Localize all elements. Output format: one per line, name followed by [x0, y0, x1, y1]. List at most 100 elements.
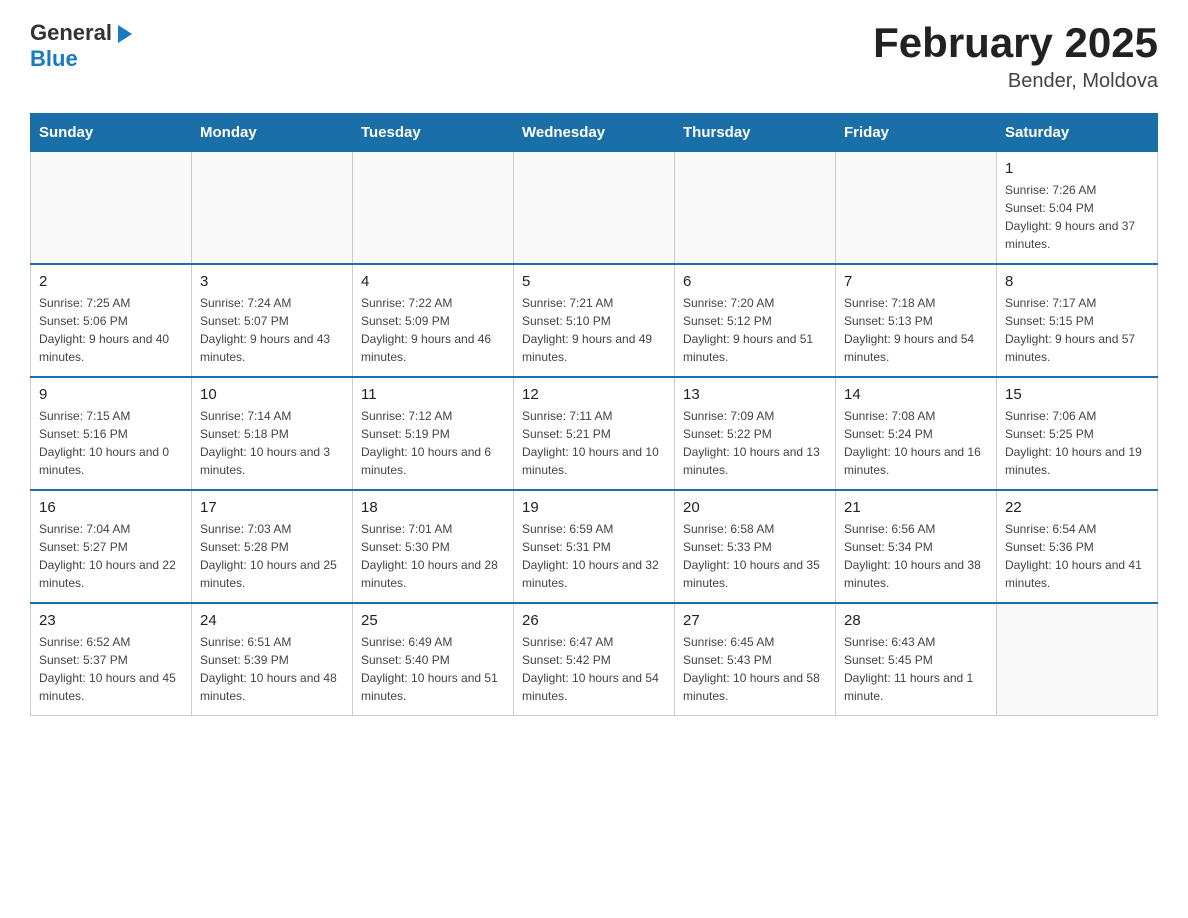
day-info: Sunrise: 6:43 AMSunset: 5:45 PMDaylight:… — [844, 633, 988, 705]
day-info: Sunrise: 7:15 AMSunset: 5:16 PMDaylight:… — [39, 407, 183, 479]
day-info: Sunrise: 6:58 AMSunset: 5:33 PMDaylight:… — [683, 520, 827, 592]
calendar-cell: 11Sunrise: 7:12 AMSunset: 5:19 PMDayligh… — [353, 377, 514, 490]
day-info: Sunrise: 7:25 AMSunset: 5:06 PMDaylight:… — [39, 294, 183, 366]
day-info: Sunrise: 7:04 AMSunset: 5:27 PMDaylight:… — [39, 520, 183, 592]
weekday-header-thursday: Thursday — [675, 114, 836, 152]
calendar-cell: 27Sunrise: 6:45 AMSunset: 5:43 PMDayligh… — [675, 603, 836, 716]
day-info: Sunrise: 6:56 AMSunset: 5:34 PMDaylight:… — [844, 520, 988, 592]
day-info: Sunrise: 6:52 AMSunset: 5:37 PMDaylight:… — [39, 633, 183, 705]
day-info: Sunrise: 7:06 AMSunset: 5:25 PMDaylight:… — [1005, 407, 1149, 479]
day-number: 19 — [522, 499, 666, 516]
day-number: 16 — [39, 499, 183, 516]
calendar-cell: 13Sunrise: 7:09 AMSunset: 5:22 PMDayligh… — [675, 377, 836, 490]
day-info: Sunrise: 6:54 AMSunset: 5:36 PMDaylight:… — [1005, 520, 1149, 592]
day-info: Sunrise: 7:03 AMSunset: 5:28 PMDaylight:… — [200, 520, 344, 592]
calendar-table: SundayMondayTuesdayWednesdayThursdayFrid… — [30, 113, 1158, 716]
calendar-cell: 16 Sunrise: 7:04 AMSunset: 5:27 PMDayligh… — [31, 490, 192, 603]
calendar-cell: 6 Sunrise: 7:20 AMSunset: 5:12 PMDaylight… — [675, 264, 836, 377]
calendar-cell: 18 Sunrise: 7:01 AMSunset: 5:30 PMDayligh… — [353, 490, 514, 603]
calendar-cell: 25 Sunrise: 6:49 AMSunset: 5:40 PMDayligh… — [353, 603, 514, 716]
calendar-cell: 9Sunrise: 7:15 AMSunset: 5:16 PMDaylight… — [31, 377, 192, 490]
calendar-cell — [514, 152, 675, 265]
weekday-header-tuesday: Tuesday — [353, 114, 514, 152]
calendar-cell: 10 Sunrise: 7:14 AMSunset: 5:18 PMDayligh… — [192, 377, 353, 490]
day-number: 17 — [200, 499, 344, 516]
day-number: 10 — [200, 386, 344, 403]
calendar-cell: 24Sunrise: 6:51 AMSunset: 5:39 PMDayligh… — [192, 603, 353, 716]
calendar-cell: 2 Sunrise: 7:25 AMSunset: 5:06 PMDaylight… — [31, 264, 192, 377]
calendar-body: 1 Sunrise: 7:26 AMSunset: 5:04 PMDaylight… — [31, 152, 1158, 716]
day-number: 1 — [1005, 160, 1149, 177]
calendar-title: February 2025 — [873, 20, 1158, 66]
day-info: Sunrise: 6:49 AMSunset: 5:40 PMDaylight:… — [361, 633, 505, 705]
calendar-cell: 17 Sunrise: 7:03 AMSunset: 5:28 PMDayligh… — [192, 490, 353, 603]
calendar-cell: 12 Sunrise: 7:11 AMSunset: 5:21 PMDayligh… — [514, 377, 675, 490]
logo-blue-text: Blue — [30, 46, 78, 72]
day-number: 5 — [522, 273, 666, 290]
day-number: 7 — [844, 273, 988, 290]
week-row-4: 16 Sunrise: 7:04 AMSunset: 5:27 PMDayligh… — [31, 490, 1158, 603]
day-number: 2 — [39, 273, 183, 290]
calendar-cell: 20Sunrise: 6:58 AMSunset: 5:33 PMDayligh… — [675, 490, 836, 603]
calendar-header: SundayMondayTuesdayWednesdayThursdayFrid… — [31, 114, 1158, 152]
weekday-header-monday: Monday — [192, 114, 353, 152]
logo-arrow-icon — [114, 23, 136, 45]
calendar-cell: 5 Sunrise: 7:21 AMSunset: 5:10 PMDaylight… — [514, 264, 675, 377]
calendar-cell: 1 Sunrise: 7:26 AMSunset: 5:04 PMDaylight… — [997, 152, 1158, 265]
day-info: Sunrise: 7:14 AMSunset: 5:18 PMDaylight:… — [200, 407, 344, 479]
calendar-cell: 4 Sunrise: 7:22 AMSunset: 5:09 PMDaylight… — [353, 264, 514, 377]
day-info: Sunrise: 7:09 AMSunset: 5:22 PMDaylight:… — [683, 407, 827, 479]
calendar-cell: 15Sunrise: 7:06 AMSunset: 5:25 PMDayligh… — [997, 377, 1158, 490]
calendar-cell — [997, 603, 1158, 716]
weekday-header-sunday: Sunday — [31, 114, 192, 152]
week-row-5: 23 Sunrise: 6:52 AMSunset: 5:37 PMDayligh… — [31, 603, 1158, 716]
day-number: 26 — [522, 612, 666, 629]
day-number: 18 — [361, 499, 505, 516]
day-number: 25 — [361, 612, 505, 629]
calendar-cell — [192, 152, 353, 265]
day-info: Sunrise: 6:59 AMSunset: 5:31 PMDaylight:… — [522, 520, 666, 592]
calendar-cell: 3 Sunrise: 7:24 AMSunset: 5:07 PMDaylight… — [192, 264, 353, 377]
calendar-subtitle: Bender, Moldova — [873, 70, 1158, 93]
day-info: Sunrise: 7:24 AMSunset: 5:07 PMDaylight:… — [200, 294, 344, 366]
calendar-cell: 23 Sunrise: 6:52 AMSunset: 5:37 PMDayligh… — [31, 603, 192, 716]
day-info: Sunrise: 6:45 AMSunset: 5:43 PMDaylight:… — [683, 633, 827, 705]
calendar-cell: 21 Sunrise: 6:56 AMSunset: 5:34 PMDayligh… — [836, 490, 997, 603]
calendar-cell: 14Sunrise: 7:08 AMSunset: 5:24 PMDayligh… — [836, 377, 997, 490]
day-number: 21 — [844, 499, 988, 516]
day-info: Sunrise: 7:12 AMSunset: 5:19 PMDaylight:… — [361, 407, 505, 479]
day-number: 6 — [683, 273, 827, 290]
page-header: General Blue February 2025 Bender, Moldo… — [30, 20, 1158, 93]
day-number: 22 — [1005, 499, 1149, 516]
day-info: Sunrise: 7:11 AMSunset: 5:21 PMDaylight:… — [522, 407, 666, 479]
day-number: 4 — [361, 273, 505, 290]
day-number: 14 — [844, 386, 988, 403]
day-info: Sunrise: 7:22 AMSunset: 5:09 PMDaylight:… — [361, 294, 505, 366]
weekday-header-row: SundayMondayTuesdayWednesdayThursdayFrid… — [31, 114, 1158, 152]
week-row-3: 9Sunrise: 7:15 AMSunset: 5:16 PMDaylight… — [31, 377, 1158, 490]
weekday-header-saturday: Saturday — [997, 114, 1158, 152]
weekday-header-wednesday: Wednesday — [514, 114, 675, 152]
day-number: 24 — [200, 612, 344, 629]
day-info: Sunrise: 7:20 AMSunset: 5:12 PMDaylight:… — [683, 294, 827, 366]
day-info: Sunrise: 7:21 AMSunset: 5:10 PMDaylight:… — [522, 294, 666, 366]
title-area: February 2025 Bender, Moldova — [873, 20, 1158, 93]
day-number: 8 — [1005, 273, 1149, 290]
logo-general-text: General — [30, 20, 112, 46]
day-number: 3 — [200, 273, 344, 290]
calendar-cell: 26Sunrise: 6:47 AMSunset: 5:42 PMDayligh… — [514, 603, 675, 716]
calendar-cell: 28 Sunrise: 6:43 AMSunset: 5:45 PMDayligh… — [836, 603, 997, 716]
week-row-1: 1 Sunrise: 7:26 AMSunset: 5:04 PMDaylight… — [31, 152, 1158, 265]
day-info: Sunrise: 7:01 AMSunset: 5:30 PMDaylight:… — [361, 520, 505, 592]
day-number: 12 — [522, 386, 666, 403]
day-number: 28 — [844, 612, 988, 629]
weekday-header-friday: Friday — [836, 114, 997, 152]
calendar-cell — [31, 152, 192, 265]
day-info: Sunrise: 7:26 AMSunset: 5:04 PMDaylight:… — [1005, 181, 1149, 253]
day-info: Sunrise: 7:17 AMSunset: 5:15 PMDaylight:… — [1005, 294, 1149, 366]
day-number: 23 — [39, 612, 183, 629]
logo: General Blue — [30, 20, 136, 72]
calendar-cell: 22 Sunrise: 6:54 AMSunset: 5:36 PMDayligh… — [997, 490, 1158, 603]
day-info: Sunrise: 7:18 AMSunset: 5:13 PMDaylight:… — [844, 294, 988, 366]
calendar-cell — [675, 152, 836, 265]
